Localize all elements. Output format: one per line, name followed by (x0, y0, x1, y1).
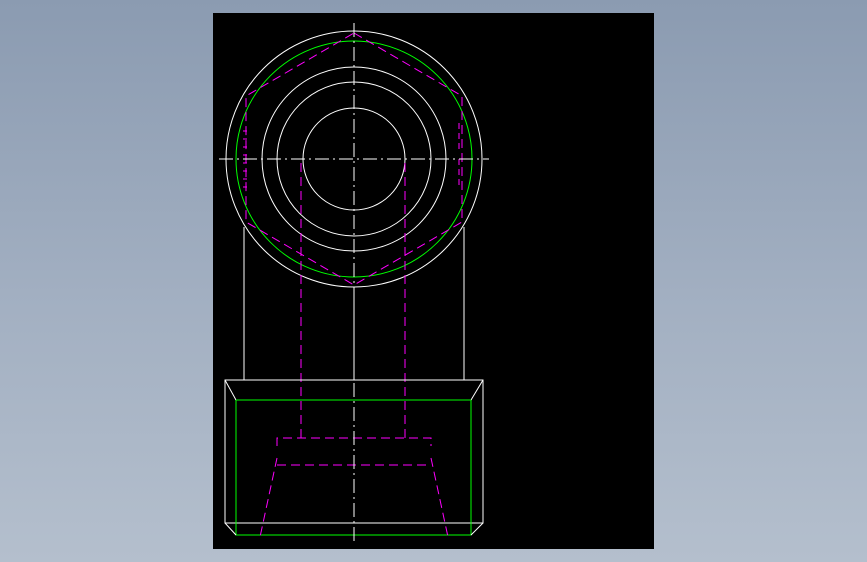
chamfer-tr (470, 379, 484, 401)
rod-end-drawing (219, 23, 489, 543)
hidden-hole-left-taper (259, 457, 278, 538)
chamfer-tl (224, 379, 237, 401)
chamfer-br (470, 522, 484, 536)
centerlines (219, 23, 489, 543)
cad-drawing-viewport[interactable] (213, 13, 654, 549)
hidden-hole-right-taper (430, 457, 449, 538)
chamfer-bl (224, 522, 237, 536)
